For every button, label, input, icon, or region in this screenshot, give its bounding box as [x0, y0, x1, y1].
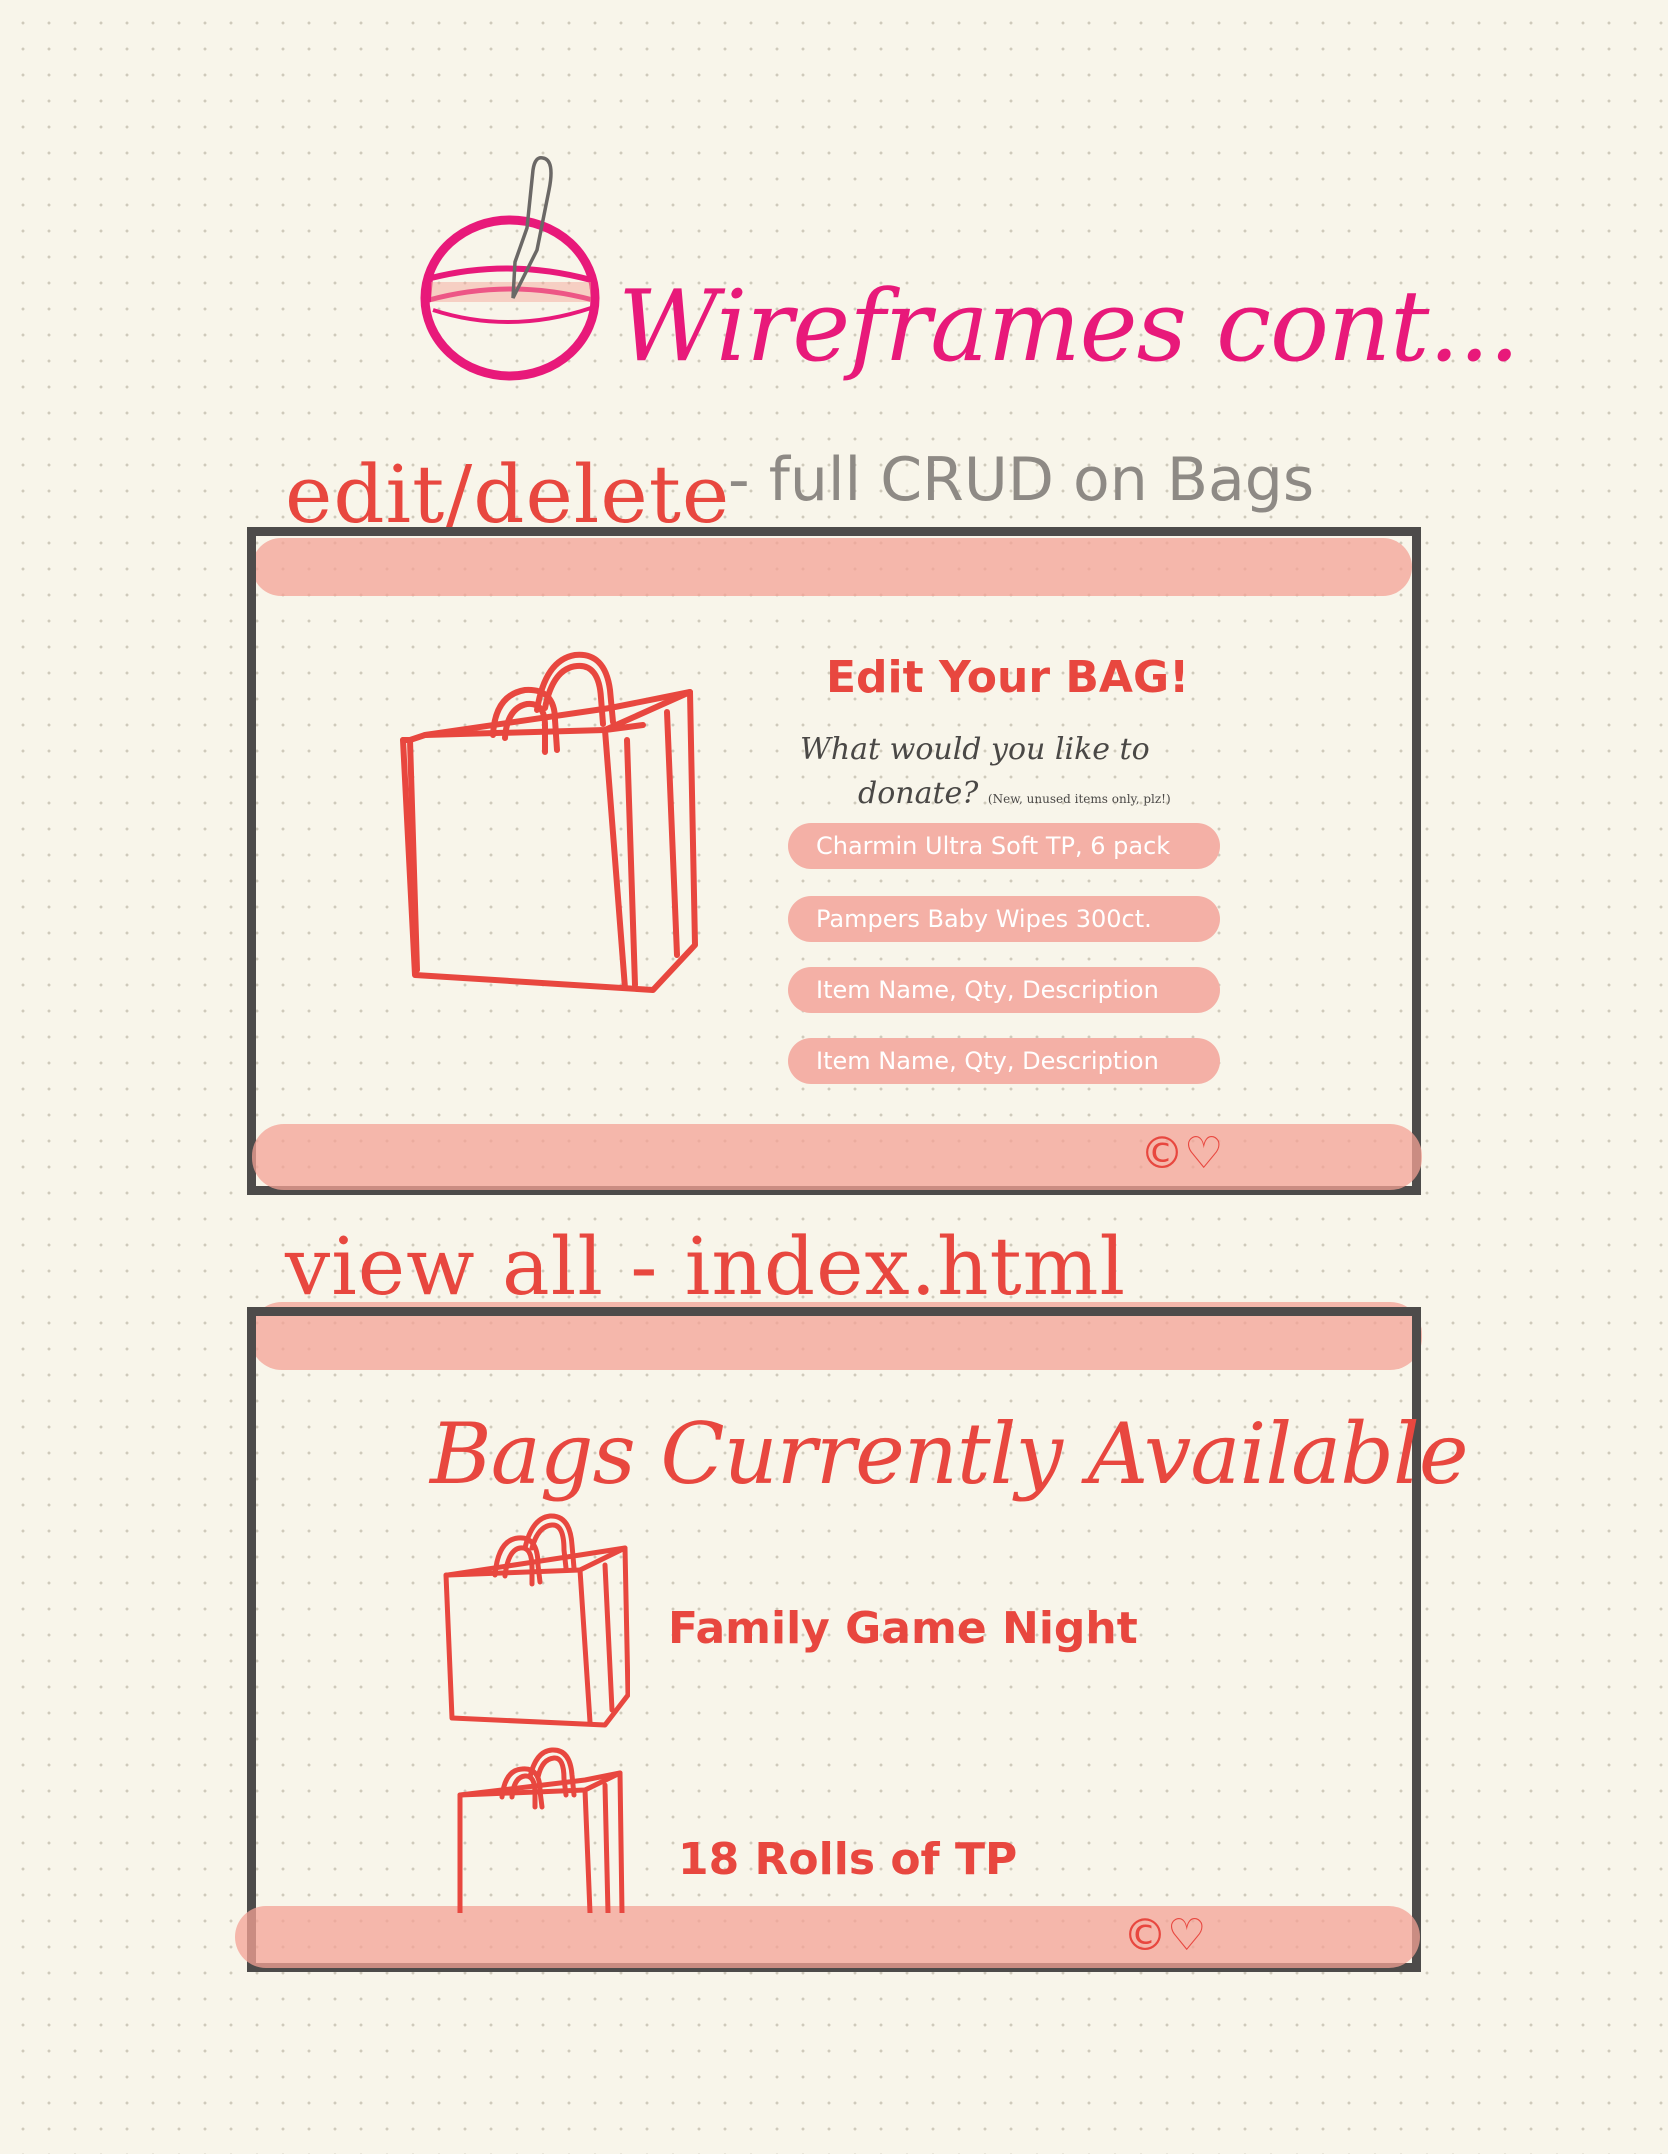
bags-available-heading: Bags Currently Available — [430, 1405, 1469, 1503]
shopping-bag-icon — [400, 651, 698, 993]
section-label-view-all: view all - index.html — [285, 1220, 1127, 1313]
copyright-heart-icon: ©♡ — [1140, 1128, 1224, 1179]
copyright-heart-icon: ©♡ — [1123, 1910, 1207, 1961]
bag-list-item-name[interactable]: 18 Rolls of TP — [678, 1834, 1017, 1885]
item-field-4[interactable]: Item Name, Qty, Description — [788, 1038, 1220, 1084]
donation-prompt-line2: donate? — [858, 776, 979, 811]
donation-prompt-line1: What would you like to — [800, 732, 1150, 767]
shopping-bag-icon — [443, 1513, 630, 1728]
edit-bag-heading: Edit Your BAG! — [826, 652, 1190, 703]
item-field-3[interactable]: Item Name, Qty, Description — [788, 967, 1220, 1013]
page-title: Wireframes cont... — [618, 270, 1520, 384]
edit-footer-bar — [252, 1124, 1422, 1190]
view-footer-bar — [235, 1906, 1420, 1968]
mixing-bowl-logo-icon — [420, 156, 600, 381]
shopping-bag-icon — [457, 1747, 625, 1913]
bag-list-item-name[interactable]: Family Game Night — [668, 1603, 1138, 1654]
donation-prompt: What would you like to donate? (New, unu… — [800, 728, 1200, 821]
item-field-2[interactable]: Pampers Baby Wipes 300ct. — [788, 896, 1220, 942]
section-sublabel-crud: - full CRUD on Bags — [728, 445, 1315, 515]
donation-prompt-note: (New, unused items only, plz!) — [987, 792, 1171, 806]
item-field-1[interactable]: Charmin Ultra Soft TP, 6 pack — [788, 823, 1220, 869]
